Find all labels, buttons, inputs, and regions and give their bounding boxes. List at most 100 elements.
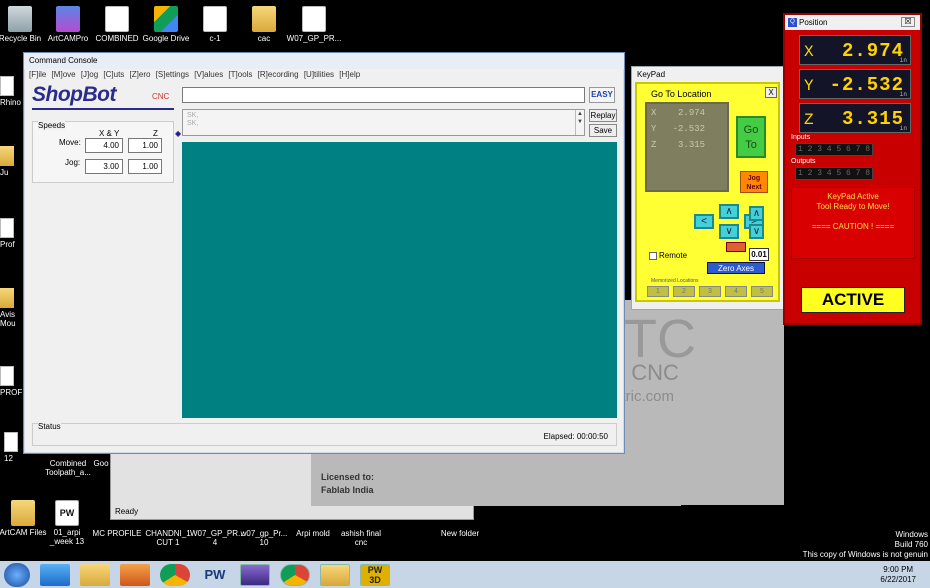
memorized-locations-label: Memorized Locations bbox=[651, 278, 699, 284]
desktop-icon-combined[interactable]: COMBINED bbox=[89, 6, 145, 43]
zero-axes-button[interactable]: Zero Axes bbox=[707, 262, 765, 274]
menu-zero[interactable]: [Z]ero bbox=[130, 70, 151, 79]
menu-jog[interactable]: [J]og bbox=[81, 70, 98, 79]
command-input[interactable] bbox=[182, 87, 585, 103]
desktop-icon-c1[interactable]: c-1 bbox=[187, 6, 243, 43]
keypad-status-box: KeyPad Active Tool Ready to Move! ==== C… bbox=[791, 187, 915, 259]
desktop-icon-arpi-mold[interactable]: Arpi mold bbox=[288, 529, 338, 538]
menu-help[interactable]: [H]elp bbox=[339, 70, 360, 79]
jog-down-arrow-icon[interactable]: ∨ bbox=[719, 224, 739, 239]
start-button-icon[interactable] bbox=[4, 563, 30, 587]
pw3d-taskbar-icon[interactable]: PW 3D bbox=[360, 564, 390, 586]
preview-canvas[interactable] bbox=[182, 142, 617, 418]
folder-icon bbox=[252, 6, 276, 32]
inputs-label: Inputs bbox=[791, 134, 811, 141]
desktop-icon-w07-10[interactable]: w07_gp_Pr... 10 bbox=[238, 529, 290, 547]
menu-recording[interactable]: [R]ecording bbox=[258, 70, 299, 79]
media-player-icon[interactable] bbox=[120, 564, 150, 586]
windows-watermark: Windows Build 760 This copy of Windows i… bbox=[802, 530, 928, 559]
desktop-icon-w07-4[interactable]: W07_GP_PR... 4 bbox=[190, 529, 245, 547]
app-icon: Q bbox=[788, 18, 797, 27]
explorer-icon[interactable] bbox=[80, 564, 110, 586]
command-history[interactable]: SK, SK, ▲ ▼ bbox=[182, 109, 585, 136]
outputs-indicator: 1 2 3 4 5 6 7 8 bbox=[795, 167, 874, 180]
desktop-icon-new-folder[interactable]: New folder bbox=[434, 529, 486, 538]
memory-button-4[interactable]: 4 bbox=[725, 286, 747, 297]
keypad-close-button[interactable]: X bbox=[765, 87, 777, 98]
command-console-window[interactable]: Command Console [F]ile [M]ove [J]og [C]u… bbox=[23, 52, 625, 454]
move-z-field[interactable]: 1.00 bbox=[128, 138, 162, 153]
desktop-icon-w07[interactable]: W07_GP_PR... bbox=[284, 6, 344, 43]
display-row-y: Y -2.532 bbox=[651, 124, 706, 134]
artcam-taskbar-icon[interactable] bbox=[240, 564, 270, 586]
step-size-field[interactable]: 0.01 bbox=[749, 248, 769, 261]
desktop-icon-avis[interactable]: Avis Mou bbox=[0, 288, 22, 328]
desktop-icon-rhino[interactable]: Rhino bbox=[0, 76, 22, 107]
save-button[interactable]: Save bbox=[589, 124, 617, 137]
desktop-icon-ju[interactable]: Ju bbox=[0, 146, 22, 177]
keypad-window[interactable]: KeyPad Go To Location X X 2.974 Y -2.532… bbox=[631, 66, 784, 310]
menu-file[interactable]: [F]ile bbox=[29, 70, 46, 79]
status-panel: Status Elapsed: 00:00:50 bbox=[32, 422, 617, 446]
step-toggle-button[interactable] bbox=[726, 242, 746, 252]
folder-icon bbox=[0, 288, 14, 308]
easy-button[interactable]: EASY bbox=[589, 87, 615, 103]
memory-button-2[interactable]: 2 bbox=[673, 286, 695, 297]
taskbar-clock[interactable]: 9:00 PM 6/22/2017 bbox=[880, 565, 916, 585]
desktop-icon-prof2[interactable]: PROF bbox=[0, 366, 22, 397]
position-close-button[interactable]: ☒ bbox=[901, 17, 915, 27]
menu-settings[interactable]: [S]ettings bbox=[156, 70, 189, 79]
ie-icon[interactable] bbox=[40, 564, 70, 586]
y-readout: Y -2.532 in bbox=[799, 69, 911, 99]
folder-taskbar-icon[interactable] bbox=[320, 564, 350, 586]
menu-values[interactable]: [V]alues bbox=[194, 70, 223, 79]
window-title: Command Console bbox=[24, 53, 624, 69]
folder-icon bbox=[0, 146, 14, 166]
partworks-icon[interactable]: PW bbox=[200, 564, 230, 586]
jog-label: Jog: bbox=[65, 158, 81, 167]
z-up-arrow-icon[interactable]: ∧ bbox=[749, 206, 764, 221]
document-icon bbox=[302, 6, 326, 32]
menu-tools[interactable]: [T]ools bbox=[228, 70, 252, 79]
position-title-bar: Q Position ☒ bbox=[785, 15, 920, 30]
goto-title: Go To Location bbox=[651, 89, 712, 99]
menu-cuts[interactable]: [C]uts bbox=[103, 70, 124, 79]
memory-button-1[interactable]: 1 bbox=[647, 286, 669, 297]
desktop-icon-artcampro[interactable]: ArtCAMPro bbox=[40, 6, 96, 43]
background-status-text: Ready bbox=[115, 507, 139, 516]
menu-utilities[interactable]: [U]tilities bbox=[304, 70, 334, 79]
x-readout: X 2.974 in bbox=[799, 35, 911, 65]
move-label: Move: bbox=[59, 138, 81, 147]
jog-next-button[interactable]: Jog Next bbox=[740, 171, 768, 193]
jog-z-field[interactable]: 1.00 bbox=[128, 159, 162, 174]
jog-up-arrow-icon[interactable]: ∧ bbox=[719, 204, 739, 219]
brand-cnc-text: t CNC bbox=[619, 360, 679, 385]
desktop-icon-google-drive[interactable]: Google Drive bbox=[138, 6, 194, 43]
status-title: Status bbox=[38, 422, 61, 431]
document-icon bbox=[203, 6, 227, 32]
desktop-icon-01-arpi[interactable]: PW 01_arpi _week 13 bbox=[42, 500, 92, 546]
memory-button-3[interactable]: 3 bbox=[699, 286, 721, 297]
replay-button[interactable]: Replay bbox=[589, 109, 617, 122]
menu-bar: [F]ile [M]ove [J]og [C]uts [Z]ero [S]ett… bbox=[24, 69, 624, 83]
history-scrollbar[interactable]: ▲ ▼ bbox=[575, 110, 584, 135]
desktop-icon-prof[interactable]: Prof bbox=[0, 218, 22, 249]
menu-move[interactable]: [M]ove bbox=[52, 70, 76, 79]
remote-checkbox[interactable]: Remote bbox=[649, 251, 687, 260]
z-down-arrow-icon[interactable]: ∨ bbox=[749, 224, 764, 239]
position-window[interactable]: Q Position ☒ X 2.974 in Y -2.532 in Z 3.… bbox=[783, 13, 922, 325]
display-row-z: Z 3.315 bbox=[651, 140, 706, 150]
desktop-icon-mc-profile[interactable]: MC PROFILE bbox=[92, 529, 142, 538]
chrome-taskbar-icon[interactable] bbox=[280, 564, 310, 586]
desktop-icon-ashish[interactable]: ashish final cnc bbox=[336, 529, 386, 547]
desktop-icon-chandni[interactable]: CHANDNI_1 CUT 1 bbox=[142, 529, 194, 547]
goto-button[interactable]: Go To bbox=[736, 116, 766, 158]
jog-xy-field[interactable]: 3.00 bbox=[85, 159, 123, 174]
move-xy-field[interactable]: 4.00 bbox=[85, 138, 123, 153]
col-xy-label: X & Y bbox=[99, 129, 120, 138]
memory-button-5[interactable]: 5 bbox=[751, 286, 773, 297]
keypad-location-display: X 2.974 Y -2.532 Z 3.315 bbox=[645, 102, 729, 192]
folder-icon bbox=[11, 500, 35, 526]
chrome-icon[interactable] bbox=[160, 564, 190, 586]
jog-left-arrow-icon[interactable]: < bbox=[694, 214, 714, 229]
